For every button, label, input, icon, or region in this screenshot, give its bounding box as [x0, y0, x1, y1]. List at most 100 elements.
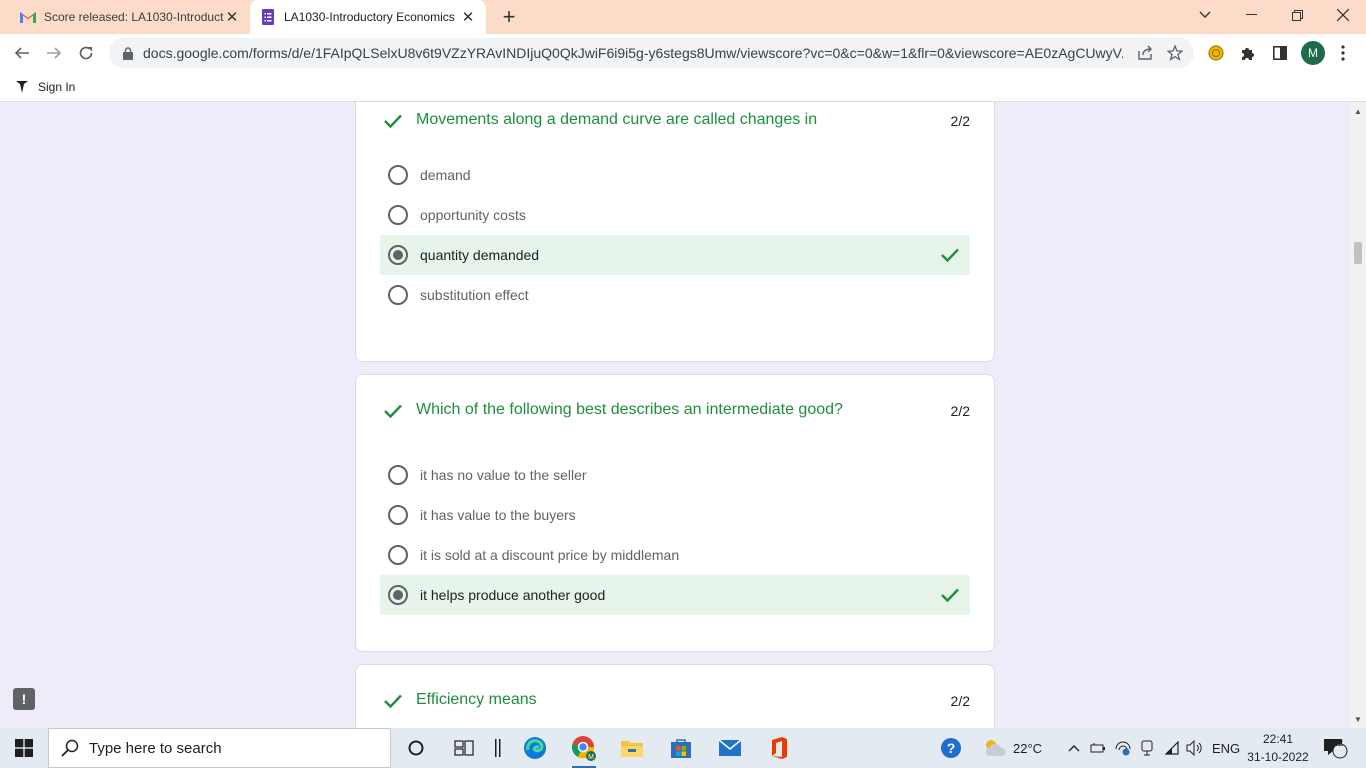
system-clock[interactable]: 22:41 31-10-2022: [1244, 730, 1312, 766]
weather-icon[interactable]: [982, 728, 1008, 768]
radio-button[interactable]: [388, 165, 408, 185]
tab-title: LA1030-Introductory Economics: [284, 10, 455, 24]
question-card: Efficiency means 2/2: [355, 664, 995, 728]
radio-button-selected[interactable]: [388, 585, 408, 605]
close-tab-icon[interactable]: ✕: [460, 9, 476, 26]
correct-check-icon: [384, 114, 402, 129]
question-points: 2/2: [950, 113, 970, 129]
form-score-page: Movements along a demand curve are calle…: [0, 102, 1366, 728]
profile-avatar[interactable]: M: [1301, 41, 1325, 65]
radio-button[interactable]: [388, 465, 408, 485]
battery-icon[interactable]: [1090, 728, 1106, 768]
correct-check-icon: [384, 694, 402, 709]
taskbar-search-box[interactable]: Type here to search: [48, 728, 391, 768]
extension-coin-icon[interactable]: [1206, 43, 1226, 63]
option-item[interactable]: it is sold at a discount price by middle…: [380, 535, 970, 575]
tab-search-chevron-icon[interactable]: [1182, 0, 1228, 30]
more-menu-icon[interactable]: [1333, 43, 1353, 63]
option-item[interactable]: opportunity costs: [380, 195, 970, 235]
option-label: quantity demanded: [420, 247, 540, 263]
restore-icon[interactable]: [1274, 0, 1320, 30]
option-label: it helps produce another good: [420, 587, 606, 603]
option-label: substitution effect: [420, 287, 529, 303]
address-bar[interactable]: docs.google.com/forms/d/e/1FAIpQLSelxU8v…: [109, 38, 1194, 68]
volume-icon[interactable]: [1186, 728, 1204, 768]
correct-check-icon: [941, 248, 959, 263]
share-icon[interactable]: [1136, 44, 1154, 62]
svg-text:M: M: [588, 754, 594, 761]
radio-button[interactable]: [388, 205, 408, 225]
option-label: it is sold at a discount price by middle…: [420, 547, 680, 563]
bookmark-sign-in[interactable]: Sign In: [14, 80, 75, 94]
radio-button[interactable]: [388, 285, 408, 305]
help-icon[interactable]: ?: [940, 728, 962, 768]
option-item[interactable]: it has value to the buyers: [380, 495, 970, 535]
sign-in-bookmark-icon: [14, 80, 30, 93]
page-scrollbar[interactable]: ▲ ▼: [1350, 102, 1366, 728]
report-feedback-icon[interactable]: !: [13, 688, 35, 710]
extensions-puzzle-icon[interactable]: [1238, 43, 1258, 63]
close-tab-icon[interactable]: ✕: [224, 9, 240, 26]
network-sync-icon[interactable]: [1114, 728, 1132, 768]
close-window-icon[interactable]: [1320, 0, 1366, 30]
language-indicator[interactable]: ENG: [1212, 728, 1240, 768]
side-panel-icon[interactable]: [1270, 43, 1290, 63]
temperature-text[interactable]: 22°C: [1013, 728, 1042, 768]
scroll-down-arrow-icon[interactable]: ▼: [1353, 714, 1363, 724]
question-points: 2/2: [950, 693, 970, 709]
question-header: Movements along a demand curve are calle…: [356, 102, 994, 129]
tab-google-forms[interactable]: LA1030-Introductory Economics ✕: [250, 0, 486, 34]
bookmark-label: Sign In: [38, 79, 76, 94]
show-hidden-icons-chevron-icon[interactable]: [1068, 728, 1080, 768]
google-forms-icon: [260, 9, 276, 25]
windows-taskbar: Type here to search M ? 22°C ENG 22:41 3…: [0, 728, 1366, 768]
chrome-icon[interactable]: M: [570, 734, 598, 768]
minimize-icon[interactable]: [1228, 0, 1274, 30]
question-header: Which of the following best describes an…: [356, 375, 994, 419]
cortana-icon[interactable]: [402, 734, 430, 762]
option-label: demand: [420, 167, 471, 183]
meet-now-icon[interactable]: [1140, 728, 1154, 768]
svg-text:?: ?: [947, 740, 956, 756]
gmail-icon: [20, 9, 36, 25]
option-item[interactable]: substitution effect: [380, 275, 970, 315]
radio-button[interactable]: [388, 505, 408, 525]
office-icon[interactable]: [765, 734, 793, 762]
option-item[interactable]: demand: [380, 155, 970, 195]
question-card: Movements along a demand curve are calle…: [355, 102, 995, 362]
clock-time: 22:41: [1262, 732, 1294, 746]
lock-icon[interactable]: [121, 46, 135, 60]
tab-strip: Score released: LA1030-Introduct ✕ LA103…: [0, 0, 1366, 34]
edge-browser-icon[interactable]: [521, 734, 549, 762]
question-points: 2/2: [950, 403, 970, 419]
option-item-correct[interactable]: it helps produce another good: [380, 575, 970, 615]
tab-title: Score released: LA1030-Introduct: [44, 10, 224, 24]
mail-icon[interactable]: [716, 734, 744, 762]
clock-date: 31-10-2022: [1247, 750, 1309, 764]
option-label: it has value to the buyers: [420, 507, 576, 523]
tab-gmail[interactable]: Score released: LA1030-Introduct ✕: [10, 0, 250, 34]
forward-icon[interactable]: [42, 41, 66, 65]
file-explorer-icon[interactable]: [618, 734, 646, 762]
notification-count-badge: 12: [1333, 738, 1344, 748]
task-view-icon[interactable]: [450, 734, 478, 762]
bookmark-star-icon[interactable]: [1166, 44, 1184, 62]
option-item[interactable]: it has no value to the seller: [380, 455, 970, 495]
radio-button-selected[interactable]: [388, 245, 408, 265]
correct-check-icon: [941, 588, 959, 603]
scroll-thumb[interactable]: [1354, 242, 1362, 264]
browser-toolbar: docs.google.com/forms/d/e/1FAIpQLSelxU8v…: [0, 34, 1366, 72]
windows-start-icon[interactable]: [0, 728, 48, 768]
option-item-correct[interactable]: quantity demanded: [380, 235, 970, 275]
question-title: Movements along a demand curve are calle…: [416, 111, 818, 128]
radio-button[interactable]: [388, 545, 408, 565]
microsoft-store-icon[interactable]: [667, 734, 695, 762]
option-label: opportunity costs: [420, 207, 526, 223]
correct-check-icon: [384, 404, 402, 419]
wifi-icon[interactable]: [1164, 728, 1180, 768]
scroll-up-arrow-icon[interactable]: ▲: [1353, 106, 1363, 116]
back-icon[interactable]: [10, 41, 34, 65]
reload-icon[interactable]: [74, 41, 98, 65]
taskbar-divider-icon: [484, 734, 512, 762]
new-tab-icon[interactable]: +: [498, 4, 520, 29]
